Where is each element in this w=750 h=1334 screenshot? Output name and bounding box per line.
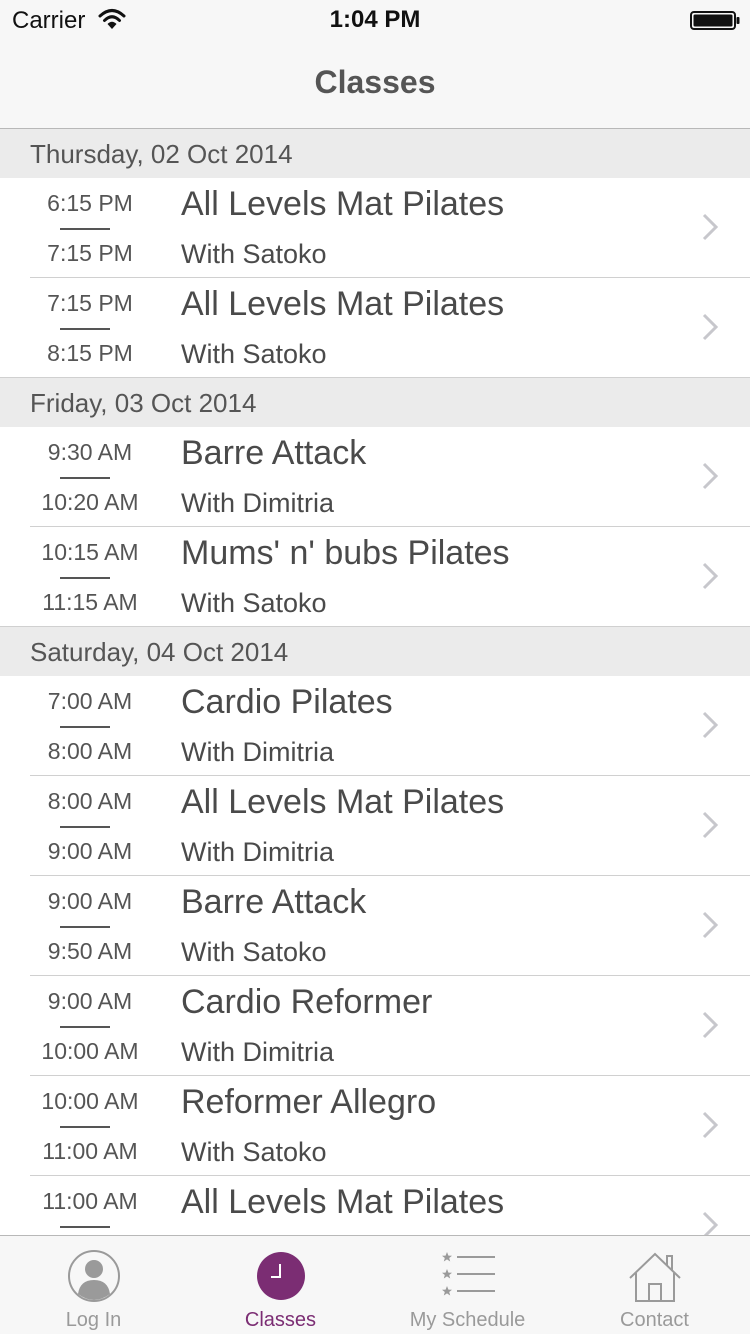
start-time: 8:00 AM xyxy=(47,788,133,814)
end-time: 8:00 AM xyxy=(47,738,133,764)
class-row[interactable]: 7:15 PM 8:15 PM All Levels Mat Pilates With… xyxy=(0,278,750,378)
chevron-right-icon xyxy=(702,562,719,590)
time-divider xyxy=(60,228,110,230)
end-time: 11:15 AM xyxy=(42,589,138,615)
time-divider xyxy=(60,826,110,828)
instructor-name: With Dimitria xyxy=(181,737,334,767)
chevron-right-icon xyxy=(702,462,719,490)
start-time: 7:00 AM xyxy=(47,688,133,714)
chevron-right-icon xyxy=(702,213,719,241)
class-name: Barre Attack xyxy=(181,883,367,921)
class-row[interactable]: 9:00 AM 10:00 AM Cardio Reformer With Dimit… xyxy=(0,976,750,1076)
section-header-date: Friday, 03 Oct 2014 xyxy=(0,378,750,427)
time-divider xyxy=(60,477,110,479)
instructor-name: With Satoko xyxy=(181,588,327,618)
class-name: All Levels Mat Pilates xyxy=(181,1183,505,1221)
class-row[interactable]: 11:00 AM All Levels Mat Pilates xyxy=(0,1176,750,1235)
tab-my-schedule[interactable]: My Schedule xyxy=(374,1236,561,1334)
chevron-right-icon xyxy=(702,313,719,341)
class-name: Reformer Allegro xyxy=(181,1083,437,1121)
chevron-right-icon xyxy=(702,711,719,739)
user-icon xyxy=(67,1250,120,1302)
start-time: 10:15 AM xyxy=(41,539,139,565)
tab-label: Log In xyxy=(65,1309,122,1331)
time-divider xyxy=(60,328,110,330)
class-name: All Levels Mat Pilates xyxy=(181,783,505,821)
class-row[interactable]: 6:15 PM 7:15 PM All Levels Mat Pilates With… xyxy=(0,178,750,278)
end-time: 10:00 AM xyxy=(41,1038,139,1064)
instructor-name: With Satoko xyxy=(181,937,327,967)
navigation-bar: Classes xyxy=(0,40,750,129)
start-time: 9:30 AM xyxy=(47,439,133,465)
start-time: 10:00 AM xyxy=(41,1088,139,1114)
chevron-right-icon xyxy=(702,1111,719,1139)
chevron-right-icon xyxy=(702,1011,719,1039)
tab-label: Contact xyxy=(620,1309,689,1331)
time-divider xyxy=(60,1026,110,1028)
tab-label: My Schedule xyxy=(409,1309,526,1331)
status-bar: Carrier 1:04 PM xyxy=(0,0,750,40)
class-name: Mums' n' bubs Pilates xyxy=(181,534,510,572)
time-divider xyxy=(60,1226,110,1228)
class-row[interactable]: 9:00 AM 9:50 AM Barre Attack With Satoko xyxy=(0,876,750,976)
class-row[interactable]: 10:15 AM 11:15 AM Mums' n' bubs Pilates Wit… xyxy=(0,527,750,627)
instructor-name: With Dimitria xyxy=(181,1037,334,1067)
class-name: Cardio Pilates xyxy=(181,683,393,721)
chevron-right-icon xyxy=(702,1211,719,1235)
time-divider xyxy=(60,1126,110,1128)
instructor-name: With Satoko xyxy=(181,339,327,369)
end-time: 11:00 AM xyxy=(42,1138,138,1164)
end-time: 9:00 AM xyxy=(47,838,133,864)
end-time: 8:15 PM xyxy=(47,340,133,366)
start-time: 9:00 AM xyxy=(47,988,133,1014)
class-name: All Levels Mat Pilates xyxy=(181,185,505,223)
clock-icon xyxy=(256,1252,305,1300)
schedule-list-icon xyxy=(441,1252,495,1296)
class-name: Barre Attack xyxy=(181,434,367,472)
status-time: 1:04 PM xyxy=(329,6,421,33)
page-title: Classes xyxy=(314,64,436,100)
class-row[interactable]: 10:00 AM 11:00 AM Reformer Allegro With Sat… xyxy=(0,1076,750,1176)
tab-log-in[interactable]: Log In xyxy=(0,1236,187,1334)
instructor-name: With Satoko xyxy=(181,1137,327,1167)
class-row[interactable]: 8:00 AM 9:00 AM All Levels Mat Pilates With… xyxy=(0,776,750,876)
battery-icon xyxy=(690,11,740,30)
class-list[interactable]: Thursday, 02 Oct 2014 6:15 PM 7:15 PM All L… xyxy=(0,129,750,1235)
instructor-name: With Dimitria xyxy=(181,488,334,518)
start-time: 7:15 PM xyxy=(47,290,133,316)
end-time: 7:15 PM xyxy=(47,240,133,266)
class-name: Cardio Reformer xyxy=(181,983,433,1021)
class-name: All Levels Mat Pilates xyxy=(181,285,505,323)
home-icon xyxy=(628,1252,681,1302)
instructor-name: With Satoko xyxy=(181,239,327,269)
start-time: 9:00 AM xyxy=(47,888,133,914)
chevron-right-icon xyxy=(702,811,719,839)
chevron-right-icon xyxy=(702,911,719,939)
time-divider xyxy=(60,926,110,928)
start-time: 11:00 AM xyxy=(42,1188,138,1214)
time-divider xyxy=(60,726,110,728)
instructor-name: With Dimitria xyxy=(181,837,334,867)
tab-label: Classes xyxy=(244,1309,317,1331)
section-header-date: Saturday, 04 Oct 2014 xyxy=(0,627,750,676)
start-time: 6:15 PM xyxy=(47,190,133,216)
class-row[interactable]: 7:00 AM 8:00 AM Cardio Pilates With Dimitri… xyxy=(0,676,750,776)
tab-contact[interactable]: Contact xyxy=(561,1236,748,1334)
end-time: 9:50 AM xyxy=(47,938,133,964)
time-divider xyxy=(60,577,110,579)
section-header-date: Thursday, 02 Oct 2014 xyxy=(0,129,750,178)
tab-classes[interactable]: Classes xyxy=(187,1236,374,1334)
tab-bar: Log In Classes My Schedule Contact xyxy=(0,1235,750,1334)
class-row[interactable]: 9:30 AM 10:20 AM Barre Attack With Dimitria xyxy=(0,427,750,527)
end-time: 10:20 AM xyxy=(41,489,139,515)
